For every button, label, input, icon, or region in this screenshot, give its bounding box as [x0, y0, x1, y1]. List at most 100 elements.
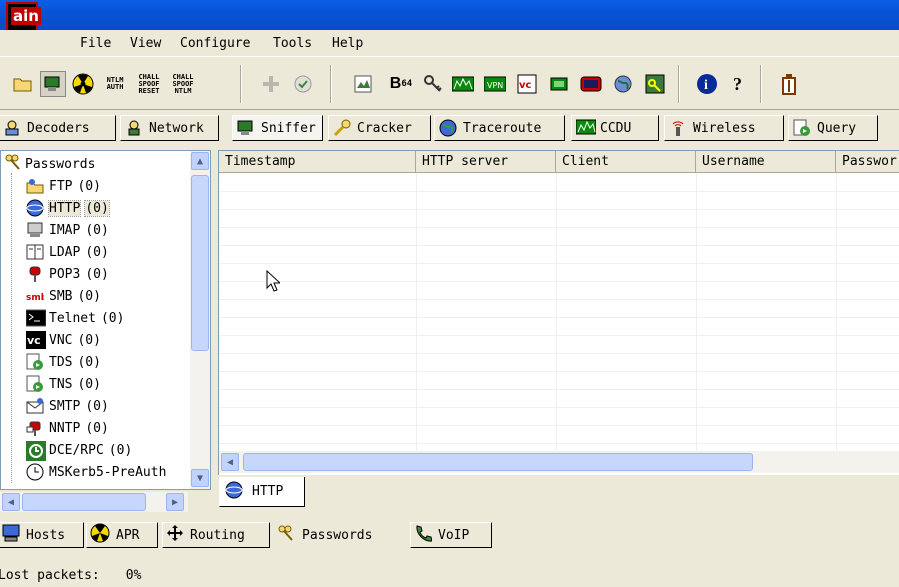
- menu-help[interactable]: Help: [332, 36, 363, 51]
- vnc-icon: vc: [26, 331, 46, 349]
- scroll-thumb[interactable]: [191, 175, 209, 351]
- tab-routing[interactable]: Routing: [162, 522, 270, 548]
- scroll-thumb[interactable]: [22, 493, 146, 511]
- tree-item-tns[interactable]: TNS (0): [26, 373, 101, 395]
- tree-item-pop3[interactable]: POP3 (0): [26, 263, 109, 285]
- passwords-tree[interactable]: Passwords FTP (0) HTTP (0) IMAP (0) LDAP…: [0, 150, 211, 490]
- app-icon-text: ain: [11, 7, 41, 25]
- toolbar: NTLM AUTH CHALL SPOOF RESET CHALL SPOOF …: [0, 56, 899, 110]
- menu-file[interactable]: File: [80, 36, 111, 51]
- tree-item-dcerpc[interactable]: DCE/RPC (0): [26, 439, 132, 461]
- start-sniffer-icon[interactable]: [40, 71, 66, 97]
- tab-wireless[interactable]: Wireless: [664, 115, 784, 141]
- top-tab-bar: Decoders Network Sniffer Cracker Tracero…: [0, 112, 899, 144]
- info-icon[interactable]: i: [694, 71, 720, 97]
- ntlm-auth-icon[interactable]: NTLM AUTH: [100, 71, 130, 97]
- add-icon[interactable]: [258, 71, 284, 97]
- passwords-table[interactable]: Timestamp HTTP server Client Username Pa…: [218, 150, 899, 475]
- tree-item-nntp[interactable]: NNTP (0): [26, 417, 109, 439]
- tab-ccdu[interactable]: CCDU: [571, 115, 659, 141]
- scroll-left-icon[interactable]: ◀: [221, 453, 239, 471]
- query-icon: [793, 119, 811, 137]
- tab-ccdu-label: CCDU: [600, 120, 632, 136]
- exit-door-icon[interactable]: [776, 71, 802, 97]
- chall-spoof-ntlm-icon[interactable]: CHALL SPOOF NTLM: [168, 71, 198, 97]
- tree-item-count: (0): [77, 288, 101, 304]
- tree-horizontal-scrollbar[interactable]: ◀ ▶: [0, 492, 188, 512]
- tree-item-tds[interactable]: TDS (0): [26, 351, 101, 373]
- tab-decoders[interactable]: Decoders: [0, 115, 116, 141]
- tab-hosts-label: Hosts: [26, 527, 66, 543]
- tree-item-count: (0): [85, 420, 109, 436]
- tree-vertical-scrollbar[interactable]: ▲ ▼: [190, 151, 210, 489]
- scroll-left-icon[interactable]: ◀: [2, 493, 20, 511]
- password-key-icon[interactable]: [642, 71, 668, 97]
- tab-passwords-label: Passwords: [302, 527, 373, 543]
- remove-icon[interactable]: [290, 71, 316, 97]
- tree-item-vnc[interactable]: vc VNC (0): [26, 329, 101, 351]
- telnet-terminal-icon: [25, 309, 47, 327]
- scroll-thumb[interactable]: [243, 453, 753, 471]
- row-divider: [219, 227, 899, 228]
- tree-item-count: (0): [108, 442, 133, 458]
- scroll-up-icon[interactable]: ▲: [191, 152, 209, 170]
- col-header-http-server[interactable]: HTTP server: [416, 151, 556, 173]
- radioactive-apr-icon[interactable]: [70, 71, 96, 97]
- subtab-http[interactable]: HTTP: [219, 477, 305, 507]
- chall-spoof-reset-icon[interactable]: CHALL SPOOF RESET: [134, 71, 164, 97]
- tab-apr-label: APR: [116, 527, 140, 543]
- passwords-keys-icon: [276, 524, 296, 546]
- hosts-computer-icon: [2, 524, 20, 546]
- vpn-icon[interactable]: VPN: [482, 71, 508, 97]
- col-divider: [556, 173, 557, 451]
- key-icon[interactable]: [420, 71, 446, 97]
- tree-item-label: VNC: [49, 332, 73, 348]
- tab-query[interactable]: Query: [788, 115, 878, 141]
- tree-item-telnet[interactable]: Telnet (0): [25, 307, 124, 329]
- tree-item-smb[interactable]: smb SMB (0): [26, 285, 101, 307]
- base64-icon[interactable]: B 64: [388, 71, 414, 97]
- wireless-antenna-icon: [669, 119, 687, 137]
- tree-item-count: (0): [77, 332, 101, 348]
- toolbar-separator: [330, 65, 332, 103]
- menu-tools[interactable]: Tools: [273, 36, 312, 51]
- open-folder-icon[interactable]: [10, 71, 36, 97]
- help-icon[interactable]: ?: [726, 71, 752, 97]
- menu-configure[interactable]: Configure: [180, 36, 250, 51]
- globe-icon[interactable]: [610, 71, 636, 97]
- tab-apr[interactable]: APR: [86, 522, 158, 548]
- tab-passwords[interactable]: Passwords: [272, 522, 406, 548]
- monitor-icon[interactable]: [546, 71, 572, 97]
- tab-sniffer[interactable]: Sniffer: [232, 115, 323, 141]
- table-horizontal-scrollbar[interactable]: ◀: [219, 451, 899, 473]
- col-header-client[interactable]: Client: [556, 151, 696, 173]
- tree-item-imap[interactable]: IMAP (0): [26, 219, 109, 241]
- app-icon[interactable]: ain: [6, 2, 41, 32]
- tree-item-ftp[interactable]: FTP (0): [26, 175, 101, 197]
- col-header-password[interactable]: Passwor: [836, 151, 899, 173]
- tab-query-label: Query: [817, 120, 857, 136]
- tree-item-label: MSKerb5-PreAuth: [49, 464, 167, 480]
- http-globe-icon: [224, 481, 244, 503]
- ccdu-green-icon[interactable]: [450, 71, 476, 97]
- tree-item-label: SMTP: [49, 398, 81, 414]
- tree-item-http[interactable]: HTTP (0): [26, 197, 110, 219]
- vnc-icon[interactable]: vc: [514, 71, 540, 97]
- tab-traceroute[interactable]: Traceroute: [434, 115, 565, 141]
- scroll-down-icon[interactable]: ▼: [191, 469, 209, 487]
- tab-network[interactable]: Network: [120, 115, 219, 141]
- tree-item-ldap[interactable]: LDAP (0): [26, 241, 109, 263]
- tree-item-mskerb5[interactable]: MSKerb5-PreAuth: [26, 461, 166, 483]
- tree-root-passwords[interactable]: Passwords: [3, 153, 95, 175]
- col-header-timestamp[interactable]: Timestamp: [219, 151, 416, 173]
- scroll-right-icon[interactable]: ▶: [166, 493, 184, 511]
- tab-cracker[interactable]: Cracker: [328, 115, 431, 141]
- col-header-username[interactable]: Username: [696, 151, 836, 173]
- tab-hosts[interactable]: Hosts: [0, 522, 84, 548]
- network-config-icon[interactable]: [350, 71, 376, 97]
- decoders-icon: [3, 119, 21, 137]
- menu-view[interactable]: View: [130, 36, 161, 51]
- tree-item-smtp[interactable]: SMTP (0): [26, 395, 109, 417]
- red-device-icon[interactable]: [578, 71, 604, 97]
- tab-voip[interactable]: VoIP: [410, 522, 492, 548]
